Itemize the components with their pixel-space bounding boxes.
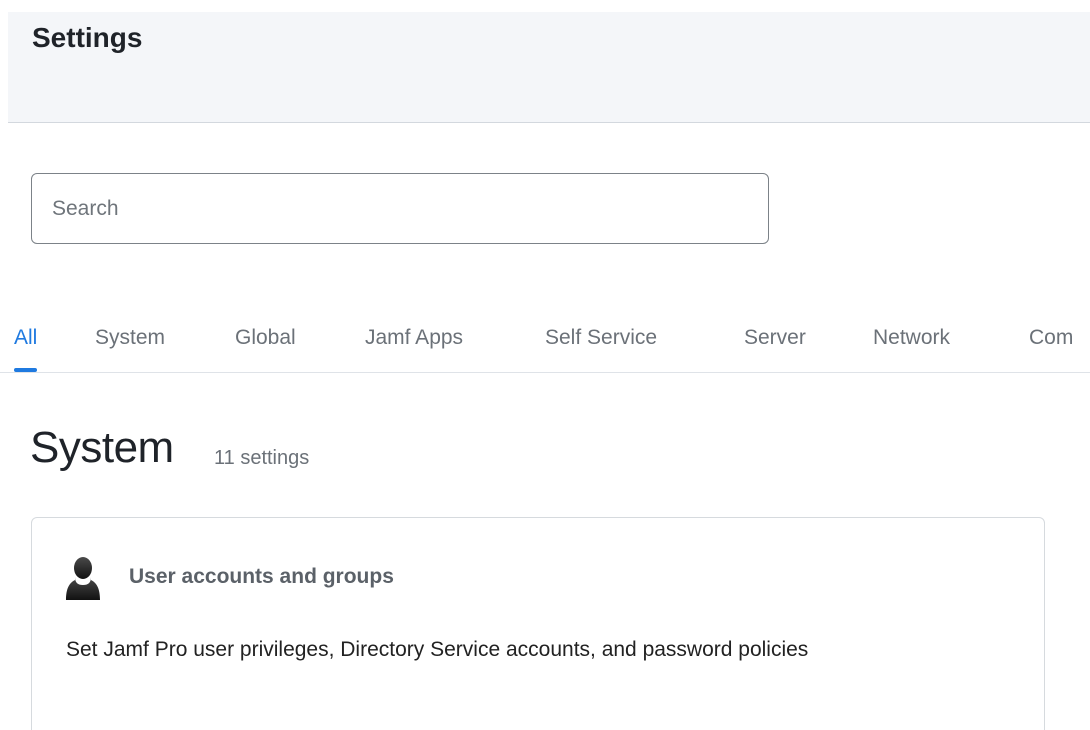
category-tabs: All System Global Jamf Apps Self Service… [0,322,1090,373]
tab-global[interactable]: Global [235,322,296,372]
user-icon [65,556,101,602]
section-count: 11 settings [214,447,310,469]
tab-network[interactable]: Network [873,322,950,372]
tab-all[interactable]: All [14,322,38,372]
section-title: System [30,423,174,472]
settings-page: Settings All System Global Jamf Apps Sel… [0,0,1090,730]
card-title: User accounts and groups [129,565,394,588]
tab-self-service[interactable]: Self Service [545,322,657,372]
card-description: Set Jamf Pro user privileges, Directory … [66,638,809,661]
tab-system[interactable]: System [95,322,165,372]
tab-jamf-apps[interactable]: Jamf Apps [365,322,463,372]
tab-computer-management[interactable]: Com [1029,322,1073,372]
settings-card-user-accounts[interactable]: User accounts and groups Set Jamf Pro us… [31,517,1045,730]
search-input[interactable] [31,173,769,244]
page-title: Settings [32,22,143,53]
tab-server[interactable]: Server [744,322,806,372]
page-header: Settings [8,12,1090,123]
